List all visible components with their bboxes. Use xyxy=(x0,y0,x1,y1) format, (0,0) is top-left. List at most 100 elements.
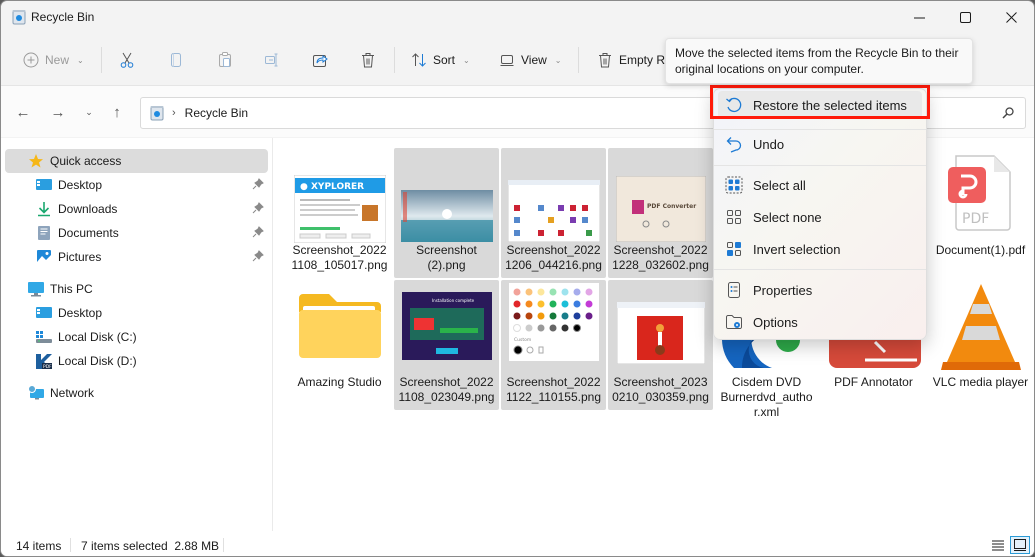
trash-icon xyxy=(599,53,611,68)
sidebar-item-label: Pictures xyxy=(58,250,102,264)
selection-info: 7 items selected 2.88 MB xyxy=(81,539,220,553)
empty-recycle-bin-button[interactable]: Empty R xyxy=(597,39,665,81)
chevron-down-icon: ⌄ xyxy=(77,55,84,65)
pdf-converter-screenshot-thumbnail: PDF Converter xyxy=(615,176,706,242)
view-button[interactable]: View ⌄ xyxy=(499,39,562,81)
svg-text:PDF: PDF xyxy=(962,211,989,227)
sidebar-item-label: Downloads xyxy=(58,202,118,216)
item-count: 14 items xyxy=(16,539,62,553)
search-icon xyxy=(1002,107,1014,119)
file-tile[interactable]: Screenshot (2).png xyxy=(394,148,499,278)
maximize-button[interactable] xyxy=(942,1,988,33)
back-button[interactable]: ← xyxy=(13,102,33,122)
file-name: Amazing Studio xyxy=(297,375,382,389)
grid-screenshot-thumbnail xyxy=(507,180,600,242)
sidebar-item-desktop-pc[interactable]: Desktop xyxy=(5,301,268,325)
pin-icon[interactable] xyxy=(252,250,264,262)
cut-button[interactable] xyxy=(119,39,135,81)
view-label: View xyxy=(521,53,547,67)
svg-text:PDF: PDF xyxy=(43,364,52,369)
invert-selection-icon xyxy=(725,240,743,258)
sidebar-item-quick-access[interactable]: Quick access xyxy=(5,149,268,173)
desktop-icon xyxy=(36,305,52,321)
xyplorer-screenshot-thumbnail: ● XYPLORER xyxy=(293,175,386,243)
new-button[interactable]: New ⌄ xyxy=(23,39,84,81)
pdf-file-icon: PDF xyxy=(947,155,1011,231)
recycle-bin-icon xyxy=(12,10,26,25)
pin-icon[interactable] xyxy=(252,202,264,214)
minimize-button[interactable] xyxy=(896,1,942,33)
details-view-icon xyxy=(992,540,1004,551)
trash-icon xyxy=(362,53,374,68)
pin-icon[interactable] xyxy=(252,226,264,238)
sort-icon xyxy=(412,53,426,67)
menu-divider xyxy=(714,165,926,166)
arrow-left-icon: ← xyxy=(15,103,31,121)
properties-icon xyxy=(725,281,743,299)
options-icon xyxy=(725,313,743,331)
menu-divider xyxy=(714,269,926,270)
pc-icon xyxy=(28,281,44,297)
menu-item-options[interactable]: Options xyxy=(718,308,922,336)
sidebar-item-downloads[interactable]: Downloads xyxy=(5,197,268,221)
file-tile[interactable]: Installation complete Screenshot_2022 110… xyxy=(394,280,499,410)
tooltip-line-1: Move the selected items from the Recycle… xyxy=(675,46,959,60)
menu-item-restore-selected[interactable]: Restore the selected items xyxy=(718,91,922,119)
sidebar-item-documents[interactable]: Documents xyxy=(5,221,268,245)
menu-item-select-none[interactable]: Select none xyxy=(718,203,922,231)
rename-button[interactable] xyxy=(264,39,280,81)
menu-item-select-all[interactable]: Select all xyxy=(718,171,922,199)
large-icons-view-button[interactable] xyxy=(1010,536,1030,554)
file-tile[interactable]: Custom Screenshot_2022 1122_110155.png xyxy=(501,280,606,410)
file-tile[interactable]: VLC media player xyxy=(928,280,1033,410)
menu-item-properties[interactable]: Properties xyxy=(718,276,922,304)
chevron-right-icon: › xyxy=(172,107,176,119)
menu-item-undo[interactable]: Undo xyxy=(718,130,922,158)
share-icon xyxy=(313,55,328,67)
file-tile[interactable]: Screenshot_2022 1206_044216.png xyxy=(501,148,606,278)
restore-icon xyxy=(725,96,743,114)
menu-item-invert-selection[interactable]: Invert selection xyxy=(718,235,922,263)
file-tile[interactable]: ● XYPLORER Screenshot_2022 1108_105017.pn… xyxy=(287,148,392,278)
close-icon xyxy=(1005,11,1017,23)
see-more-menu: Restore the selected items Undo Select a… xyxy=(713,88,927,340)
navigation-pane: Quick access Desktop Downloads Documents… xyxy=(1,138,273,531)
up-button[interactable]: ↑ xyxy=(107,102,127,122)
sort-button[interactable]: Sort ⌄ xyxy=(411,39,470,81)
file-name: Cisdem DVD Burnerdvd_autho r.xml xyxy=(720,375,813,419)
color-palette-screenshot-thumbnail: Custom xyxy=(508,283,599,361)
paste-button[interactable] xyxy=(217,39,233,81)
sidebar-item-local-disk-d[interactable]: PDF Local Disk (D:) xyxy=(5,349,268,373)
recent-locations-button[interactable]: ⌄ xyxy=(79,102,99,122)
breadcrumb-recycle-bin[interactable]: Recycle Bin xyxy=(185,106,248,120)
file-tile[interactable]: PDF Document(1).pdf xyxy=(928,148,1033,278)
sidebar-item-this-pc[interactable]: This PC xyxy=(5,277,268,301)
rename-icon xyxy=(265,53,278,67)
sidebar-item-desktop[interactable]: Desktop xyxy=(5,173,268,197)
file-tile[interactable]: Amazing Studio xyxy=(287,280,392,410)
sidebar-item-local-disk-c[interactable]: Local Disk (C:) xyxy=(5,325,268,349)
status-divider xyxy=(223,538,224,552)
share-button[interactable] xyxy=(312,39,328,81)
file-name: Screenshot_2022 1228_032602.png xyxy=(612,243,709,272)
status-bar: 14 items 7 items selected 2.88 MB xyxy=(1,531,1034,556)
sidebar-item-network[interactable]: Network xyxy=(5,381,268,405)
details-view-button[interactable] xyxy=(988,536,1008,554)
sidebar-item-label: Quick access xyxy=(50,154,122,168)
file-name: Screenshot_2022 1206_044216.png xyxy=(505,243,602,272)
delete-button[interactable] xyxy=(360,39,376,81)
file-tile[interactable]: PDF Converter Screenshot_2022 1228_032602… xyxy=(608,148,713,278)
scissors-icon xyxy=(120,52,134,68)
file-name: Screenshot_2022 1108_105017.png xyxy=(291,243,388,272)
pictures-icon xyxy=(36,249,52,265)
file-tile[interactable]: Screenshot_2023 0210_030359.png xyxy=(608,280,713,410)
pin-icon[interactable] xyxy=(252,178,264,190)
empty-recycle-bin-label: Empty R xyxy=(619,53,666,67)
forward-button[interactable]: → xyxy=(48,102,68,122)
toolbar-divider xyxy=(101,47,102,73)
drive-d-icon: PDF xyxy=(36,353,52,369)
close-button[interactable] xyxy=(988,1,1034,33)
sidebar-item-pictures[interactable]: Pictures xyxy=(5,245,268,269)
copy-button[interactable] xyxy=(168,39,184,81)
recycle-bin-icon xyxy=(150,106,164,121)
